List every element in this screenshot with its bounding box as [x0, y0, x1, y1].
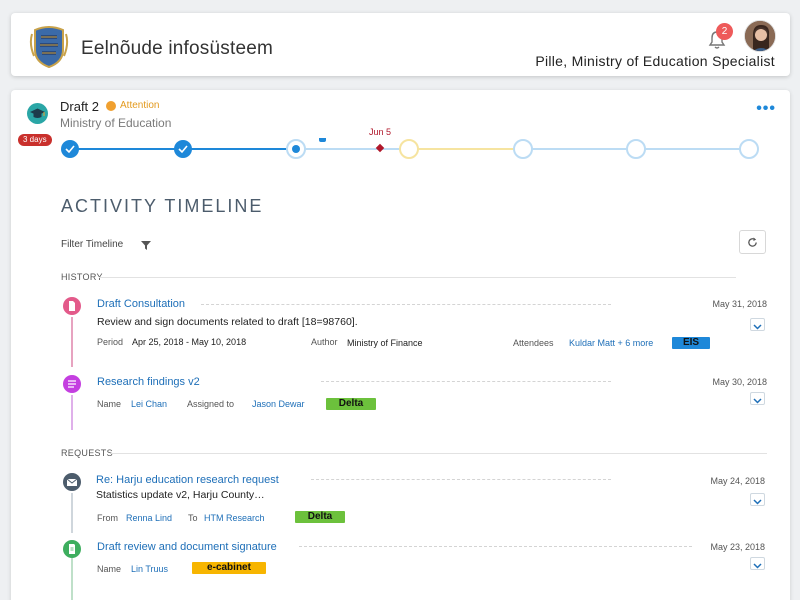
timeline-connector: [71, 493, 73, 533]
name-value[interactable]: Lei Chan: [131, 399, 167, 409]
attention-label: Attention: [120, 100, 160, 111]
period-value: Apr 25, 2018 - May 10, 2018: [132, 337, 247, 347]
section-title: ACTIVITY TIMELINE: [61, 196, 264, 216]
request-item-date: May 24, 2018: [710, 476, 765, 486]
chevron-down-icon: [753, 324, 762, 330]
from-label: From: [97, 513, 118, 523]
graduation-cap-icon: [27, 103, 48, 124]
request-item-description: Statistics update v2, Harju County…: [96, 489, 265, 501]
attendees-label: Attendees: [513, 338, 554, 348]
dashed-divider: [321, 381, 611, 382]
refresh-button[interactable]: [739, 230, 766, 254]
notification-badge: 2: [716, 23, 733, 40]
step-upcoming[interactable]: [626, 139, 646, 159]
filter-icon[interactable]: [141, 240, 151, 250]
to-label: To: [188, 513, 198, 523]
assigned-value[interactable]: Jason Dewar: [252, 399, 305, 409]
milestone-diamond[interactable]: [375, 143, 385, 153]
step-upcoming[interactable]: [739, 139, 759, 159]
to-value[interactable]: HTM Research: [204, 513, 265, 523]
history-item-date: May 31, 2018: [712, 299, 767, 309]
list-icon: [63, 375, 81, 393]
tag-delta: Delta: [295, 511, 345, 523]
tag-delta: Delta: [326, 398, 376, 410]
document-icon: [63, 297, 81, 315]
timeline-connector: [71, 395, 73, 430]
request-item-date: May 23, 2018: [710, 542, 765, 552]
chevron-down-icon: [753, 563, 762, 569]
request-item-title[interactable]: Re: Harju education research request: [96, 474, 279, 486]
history-item-date: May 30, 2018: [712, 377, 767, 387]
app-header: Eelnõude infosüsteem 2 Pille, Ministry o…: [11, 13, 790, 76]
draft-card: Draft 2 Attention Ministry of Education …: [11, 90, 790, 600]
signature-icon: [63, 540, 81, 558]
name-label: Name: [97, 564, 122, 574]
app-title: Eelnõude infosüsteem: [81, 38, 274, 59]
step-completed-2[interactable]: [174, 140, 192, 158]
step-completed-1[interactable]: [61, 140, 79, 158]
history-item-title[interactable]: Research findings v2: [97, 376, 200, 388]
expand-button[interactable]: [750, 557, 765, 570]
step-upcoming[interactable]: [513, 139, 533, 159]
user-avatar[interactable]: [744, 20, 776, 52]
draft-title[interactable]: Draft 2: [60, 99, 99, 114]
step-upcoming-attention[interactable]: [399, 139, 419, 159]
author-value: Ministry of Finance: [347, 338, 423, 348]
more-options-button[interactable]: •••: [756, 100, 776, 118]
attendees-value[interactable]: Kuldar Matt + 6 more: [569, 338, 653, 348]
timeline-connector: [71, 317, 73, 367]
history-item-title[interactable]: Draft Consultation: [97, 298, 185, 310]
coat-of-arms-logo[interactable]: [29, 24, 69, 68]
tag-eis: EIS: [672, 337, 710, 349]
milestone-date: Jun 5: [369, 127, 392, 137]
history-label: HISTORY: [61, 272, 103, 282]
from-value[interactable]: Renna Lind: [126, 513, 172, 523]
author-label: Author: [311, 337, 338, 347]
expand-button[interactable]: [750, 318, 765, 331]
history-divider: [99, 277, 736, 278]
timeline-connector: [71, 558, 73, 600]
filter-timeline-button[interactable]: Filter Timeline: [61, 239, 123, 250]
draft-ministry: Ministry of Education: [60, 116, 172, 130]
dashed-divider: [311, 479, 611, 480]
dashed-divider: [201, 304, 611, 305]
name-label: Name: [97, 399, 122, 409]
request-item-title[interactable]: Draft review and document signature: [97, 541, 277, 553]
dashed-divider: [299, 546, 692, 547]
step-current[interactable]: [286, 139, 306, 159]
user-role-label[interactable]: Pille, Ministry of Education Specialist: [535, 53, 775, 69]
chevron-down-icon: [753, 499, 762, 505]
mail-icon: [63, 473, 81, 491]
assigned-label: Assigned to: [187, 399, 235, 409]
refresh-icon: [748, 237, 757, 247]
progress-stepper: [61, 138, 759, 159]
requests-label: REQUESTS: [61, 448, 113, 458]
attention-icon: [106, 101, 116, 111]
current-position-marker: [319, 138, 326, 142]
expand-button[interactable]: [750, 392, 765, 405]
chevron-down-icon: [753, 398, 762, 404]
requests-divider: [111, 453, 767, 454]
name-value[interactable]: Lin Truus: [131, 564, 168, 574]
period-label: Period: [97, 337, 124, 347]
history-item-description: Review and sign documents related to dra…: [97, 316, 358, 328]
expand-button[interactable]: [750, 493, 765, 506]
tag-ecabinet: e-cabinet: [192, 562, 266, 574]
